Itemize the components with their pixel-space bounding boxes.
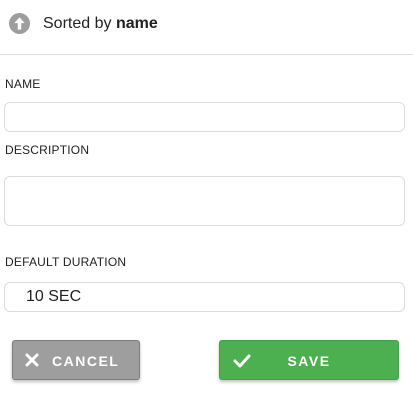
arrow-up-circle-icon[interactable]: [9, 13, 30, 34]
sort-prefix: Sorted by: [43, 15, 112, 32]
save-button-label: SAVE: [287, 353, 331, 369]
save-button[interactable]: SAVE: [219, 340, 399, 380]
sort-field: name: [115, 15, 158, 32]
sort-bar: Sorted by name: [0, 0, 413, 55]
description-label: DESCRIPTION: [5, 143, 90, 157]
sort-label: Sorted by name: [43, 15, 158, 33]
name-field[interactable]: [4, 102, 405, 132]
cancel-button-label: CANCEL: [52, 353, 120, 369]
default-duration-label: DEFAULT DURATION: [5, 255, 127, 269]
close-icon: [25, 353, 39, 367]
name-label: NAME: [5, 77, 41, 91]
description-field[interactable]: [4, 176, 405, 226]
cancel-button[interactable]: CANCEL: [12, 340, 140, 380]
default-duration-field[interactable]: [4, 282, 405, 312]
